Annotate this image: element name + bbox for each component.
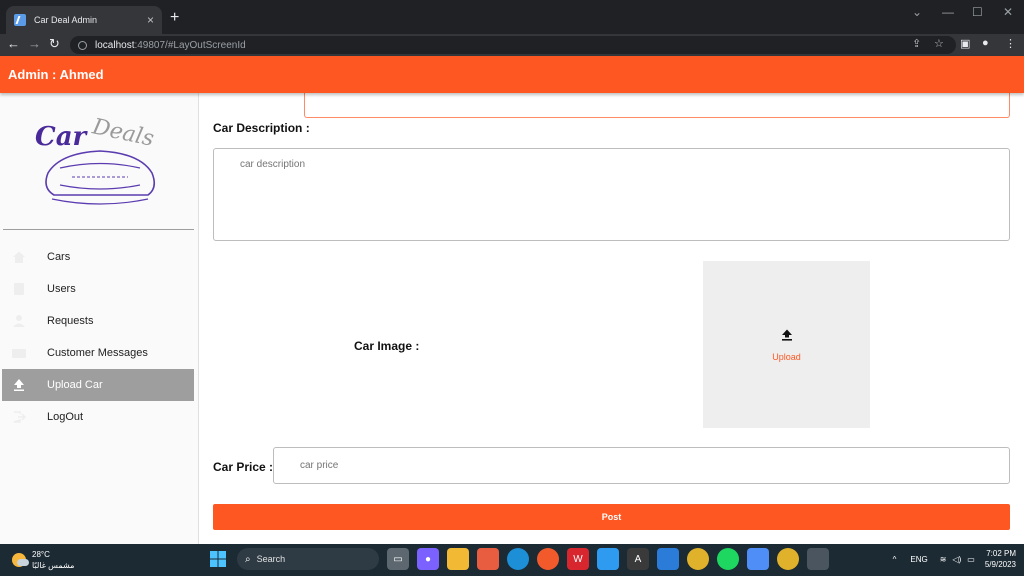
close-window-button[interactable]: ✕ (1003, 5, 1013, 19)
chrome-icon[interactable] (687, 548, 709, 570)
taskbar-apps: ⌕ Search ▭ ● W A (207, 548, 837, 570)
side-panel-icon[interactable]: ▣ (960, 37, 970, 50)
search-icon: ⌕ (245, 553, 251, 565)
clock-time: 7:02 PM (986, 549, 1016, 558)
sidebar-item-cars[interactable]: Cars (2, 241, 194, 273)
car-image-label: Car Image : (354, 339, 420, 353)
tab-search-icon[interactable]: ⌄ (912, 5, 922, 19)
back-arrow-icon[interactable]: ← (7, 36, 20, 51)
person-icon (12, 314, 26, 328)
sidebar-item-users[interactable]: Users (2, 273, 194, 305)
weather-temperature: 28°C (32, 550, 50, 559)
store-icon[interactable] (477, 548, 499, 570)
sidebar-item-label: Upload Car (47, 379, 103, 391)
app-header: Admin : Ahmed (0, 56, 1024, 93)
sidebar-item-logout[interactable]: LogOut (2, 401, 194, 433)
sidebar-item-label: Users (47, 283, 76, 295)
sidebar-item-requests[interactable]: Requests (2, 305, 194, 337)
upload-label: Upload (772, 351, 801, 362)
spotify-icon[interactable] (717, 548, 739, 570)
car-price-input[interactable] (273, 447, 1010, 484)
sidebar-divider (3, 229, 194, 230)
app-root: Admin : Ahmed Car Deals Cars Users Reque… (0, 56, 1024, 544)
language-indicator[interactable]: ENG (910, 555, 927, 564)
sidebar-item-label: Customer Messages (47, 347, 148, 359)
sidebar-item-label: Requests (47, 315, 94, 327)
sidebar-item-label: LogOut (47, 411, 84, 423)
share-icon[interactable]: ⇪ (912, 37, 921, 50)
messages-icon (12, 346, 26, 360)
tab-title: Car Deal Admin (34, 15, 98, 25)
browser-toolbar: ← → ↻ localhost:49807/#LayOutScreenId ⇪ … (0, 34, 1024, 56)
minimize-button[interactable]: — (942, 5, 954, 19)
edge-browser-icon[interactable] (507, 548, 529, 570)
windows-start-icon[interactable] (207, 548, 229, 570)
svg-text:Deals: Deals (89, 114, 156, 152)
system-tray: ^ ENG ≋ ◁) ▭ 7:02 PM 5/9/2023 (893, 548, 1016, 570)
new-tab-button[interactable]: + (170, 9, 179, 27)
sidebar-item-customer-messages[interactable]: Customer Messages (2, 337, 194, 369)
active-app-icon[interactable] (807, 548, 829, 570)
upload-arrow-icon (781, 328, 793, 346)
battery-icon[interactable]: ▭ (967, 555, 975, 564)
logout-icon (12, 410, 26, 424)
url-text: localhost:49807/#LayOutScreenId (95, 39, 246, 51)
car-description-label: Car Description : (213, 121, 310, 135)
windows-taskbar: 28°C مشمس غالبًا ⌕ Search ▭ ● W A ^ ENG … (0, 544, 1024, 576)
forward-arrow-icon[interactable]: → (28, 36, 41, 51)
brave-browser-icon[interactable] (537, 548, 559, 570)
flutter-favicon-icon (14, 14, 26, 26)
wifi-icon[interactable]: ≋ (940, 555, 947, 564)
reload-icon[interactable]: ↻ (49, 36, 60, 52)
android-studio-icon[interactable]: A (627, 548, 649, 570)
clock[interactable]: 7:02 PM 5/9/2023 (985, 548, 1016, 570)
volume-icon[interactable]: ◁) (952, 555, 961, 564)
car-deals-logo: Car Deals (35, 114, 156, 205)
more-menu-icon[interactable]: ⋮ (1005, 37, 1016, 50)
image-upload-button[interactable]: Upload (703, 261, 870, 428)
post-button[interactable]: Post (213, 504, 1010, 530)
clock-date: 5/9/2023 (984, 560, 1016, 569)
bookmark-star-icon[interactable]: ☆ (934, 37, 944, 50)
sidebar-item-upload-car[interactable]: Upload Car (2, 369, 194, 401)
tab-close-icon[interactable]: × (147, 13, 154, 27)
browser-tab[interactable]: Car Deal Admin × (6, 6, 162, 34)
car-description-input[interactable] (213, 148, 1010, 241)
page-title: Admin : Ahmed (8, 67, 104, 82)
search-label: Search (256, 554, 286, 564)
previous-input-field[interactable] (304, 93, 1010, 118)
profile-icon[interactable]: ● (982, 37, 989, 49)
chrome-profile-icon[interactable] (777, 548, 799, 570)
file-explorer-icon[interactable] (447, 548, 469, 570)
flutter-app-icon[interactable] (597, 548, 619, 570)
task-view-icon[interactable]: ▭ (387, 548, 409, 570)
weather-condition: مشمس غالبًا (32, 561, 75, 570)
svg-text:Car: Car (35, 122, 89, 152)
site-info-icon[interactable] (78, 40, 87, 50)
vscode-icon[interactable] (657, 548, 679, 570)
taskbar-search[interactable]: ⌕ Search (237, 548, 379, 570)
sidebar-menu: Cars Users Requests Customer Messages Up… (2, 241, 194, 433)
address-bar[interactable]: localhost:49807/#LayOutScreenId (70, 36, 956, 54)
sidebar-item-label: Cars (47, 251, 71, 263)
browser-window: Car Deal Admin × + ⌄ — ☐ ✕ ← → ↻ localho… (0, 0, 1024, 544)
home-icon (12, 250, 26, 264)
maximize-button[interactable]: ☐ (972, 5, 983, 19)
tab-strip: Car Deal Admin × + ⌄ — ☐ ✕ (0, 0, 1024, 34)
car-price-label: Car Price : (213, 460, 274, 474)
teams-chat-icon[interactable]: ● (417, 548, 439, 570)
weather-widget[interactable]: 28°C مشمس غالبًا (12, 549, 74, 571)
weather-sun-icon (12, 553, 29, 567)
upload-car-form: Car Description : Car Image : Upload Car… (200, 93, 1024, 544)
upload-icon (12, 378, 26, 392)
wps-office-icon[interactable]: W (567, 548, 589, 570)
notepad-icon[interactable] (747, 548, 769, 570)
tray-chevron-icon[interactable]: ^ (893, 555, 897, 564)
sidebar: Car Deals Cars Users Requests Customer M… (0, 93, 199, 544)
document-icon (12, 282, 26, 296)
